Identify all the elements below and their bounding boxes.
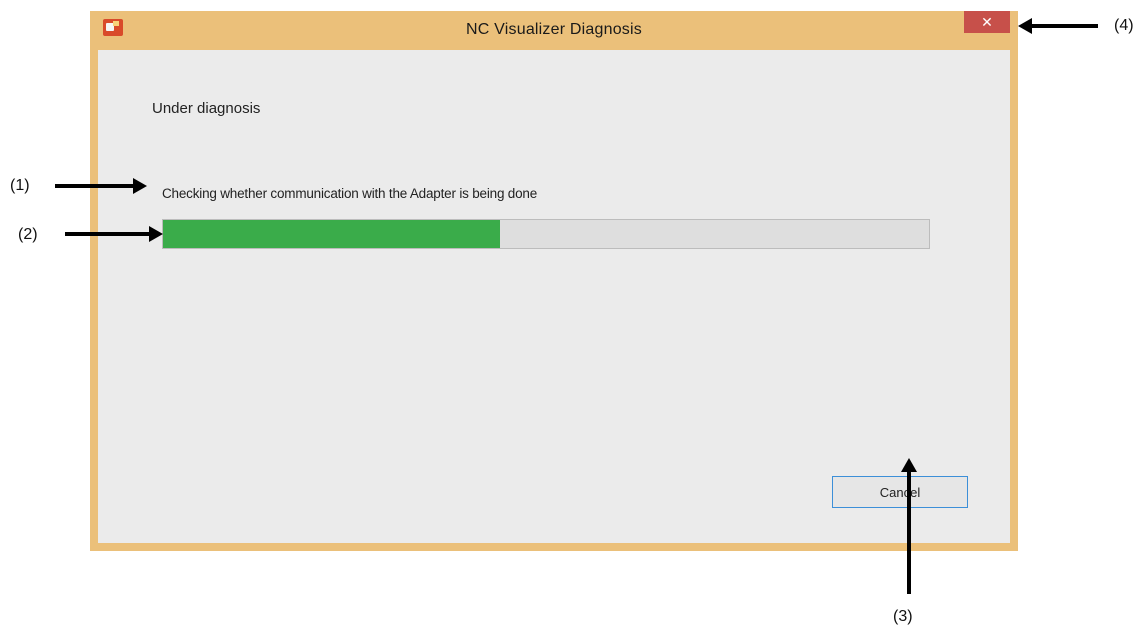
progress-fill [163, 220, 501, 248]
callout-label-3: (3) [893, 608, 913, 625]
arrow-head-3 [901, 458, 917, 472]
callout-label-2: (2) [18, 226, 38, 243]
close-button[interactable]: ✕ [964, 11, 1010, 33]
arrow-head-1 [133, 178, 147, 194]
callout-label-1: (1) [10, 177, 30, 194]
callout-label-4: (4) [1114, 17, 1134, 34]
diagnosis-heading: Under diagnosis [152, 100, 261, 117]
arrow-head-2 [149, 226, 163, 242]
cancel-button[interactable]: Cancel [832, 476, 968, 508]
status-message: Checking whether communication with the … [162, 186, 538, 201]
dialog-window: NC Visualizer Diagnosis ✕ Under diagnosi… [90, 11, 1018, 551]
callout-arrow-4 [1030, 24, 1098, 28]
title-bar[interactable]: NC Visualizer Diagnosis ✕ [90, 11, 1018, 49]
progress-bar [162, 219, 930, 249]
callout-arrow-2 [65, 232, 151, 236]
callout-arrow-3 [907, 470, 911, 594]
window-title: NC Visualizer Diagnosis [466, 21, 642, 38]
close-icon: ✕ [981, 13, 993, 30]
dialog-content: Under diagnosis Checking whether communi… [98, 50, 1010, 543]
callout-arrow-1 [55, 184, 135, 188]
